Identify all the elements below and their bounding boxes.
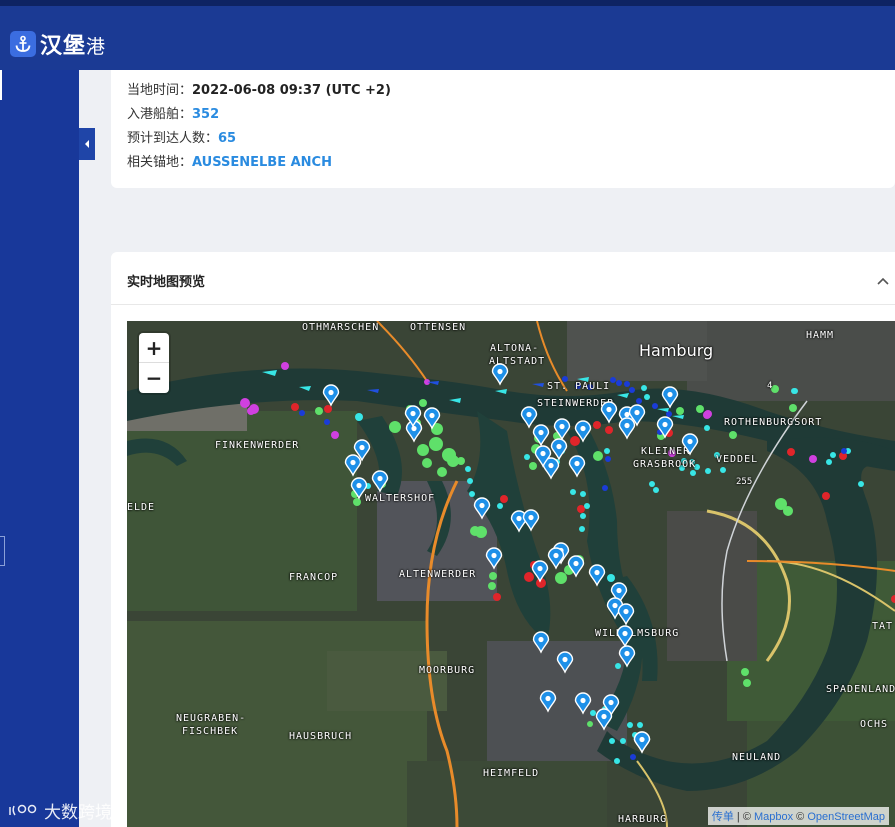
- place-label: NEULAND: [732, 752, 782, 763]
- place-label: HEIMFELD: [483, 768, 540, 779]
- place-label: OCHS: [860, 719, 889, 730]
- mapbox-link[interactable]: Mapbox: [754, 811, 793, 823]
- place-label: ALTENWERDER: [399, 569, 477, 580]
- arrivals-link[interactable]: 352: [192, 107, 219, 122]
- sidebar-collapse-button[interactable]: [79, 128, 95, 160]
- chevron-up-icon[interactable]: [877, 270, 889, 289]
- site-title: 汉堡港: [40, 34, 107, 59]
- place-label: NEUGRABEN-: [176, 713, 247, 724]
- place-label: ALTSTADT: [489, 356, 546, 367]
- place-label: WILHELMSBURG: [595, 628, 680, 639]
- local-time-row: 当地时间：2022-06-08 09:37 (UTC +2): [127, 83, 391, 98]
- place-label: OTHMARSCHEN: [302, 322, 380, 333]
- expected-row: 预计到达人数：65: [127, 131, 237, 146]
- place-label: ST. PAULI: [547, 381, 611, 392]
- place-label: HAUSBRUCH: [289, 731, 353, 742]
- place-label: FINKENWERDER: [215, 440, 300, 451]
- place-label: VEDDEL: [716, 454, 759, 465]
- place-label: SPADENLAND: [826, 684, 895, 695]
- zoom-in-button[interactable]: +: [139, 333, 169, 363]
- place-label: TAT: [872, 621, 894, 632]
- sidebar-indicator: [0, 70, 2, 100]
- live-map[interactable]: OTHMARSCHEN OTTENSEN ALTONA- ALTSTADT Ha…: [127, 321, 895, 827]
- place-label: ELDE: [127, 502, 156, 513]
- place-label: FRANCOP: [289, 572, 339, 583]
- place-label: ALTONA-: [490, 343, 540, 354]
- road-number: 255: [736, 477, 753, 487]
- place-label: HARBURG: [618, 814, 668, 825]
- top-bar: 汉堡港: [0, 0, 895, 70]
- place-label: MOORBURG: [419, 665, 476, 676]
- local-time-value: 2022-06-08 09:37 (UTC +2): [192, 83, 391, 98]
- place-label: STEINWERDER: [537, 398, 615, 409]
- leaflet-link[interactable]: 传单: [712, 811, 734, 823]
- place-label: HAMM: [806, 330, 835, 341]
- zoom-control: + −: [139, 333, 169, 393]
- anchorage-row: 相关锚地：AUSSENELBE ANCH: [127, 155, 332, 170]
- chevron-left-icon: [85, 140, 89, 148]
- watermark-logo-icon: [9, 804, 37, 815]
- anchorage-link[interactable]: AUSSENELBE ANCH: [192, 155, 332, 170]
- osm-link[interactable]: OpenStreetMap: [807, 811, 885, 823]
- place-label: ROTHENBURGSORT: [724, 417, 823, 428]
- zoom-out-button[interactable]: −: [139, 363, 169, 393]
- sidebar-handle[interactable]: [0, 536, 5, 566]
- place-label: KLEINER: [641, 446, 691, 457]
- watermark: 大数跨境: [8, 798, 112, 823]
- place-label: Hamburg: [639, 341, 714, 360]
- place-label: OTTENSEN: [410, 322, 467, 333]
- card-divider: [111, 304, 895, 305]
- port-info-card: 当地时间：2022-06-08 09:37 (UTC +2) 入港船舶：352 …: [111, 70, 895, 188]
- map-attribution: 传单 | © Mapbox © OpenStreetMap: [707, 807, 889, 825]
- map-card-title: 实时地图预览: [127, 275, 206, 290]
- place-label: WALTERSHOF: [365, 493, 436, 504]
- arrivals-row: 入港船舶：352: [127, 107, 220, 122]
- brand[interactable]: 汉堡港: [10, 28, 106, 60]
- road-number: 4: [767, 381, 773, 391]
- anchor-icon: [10, 31, 36, 57]
- place-label: FISCHBEK: [182, 726, 239, 737]
- sidebar: [0, 70, 79, 827]
- expected-link[interactable]: 65: [218, 131, 236, 146]
- place-label: GRASBROOK: [633, 459, 697, 470]
